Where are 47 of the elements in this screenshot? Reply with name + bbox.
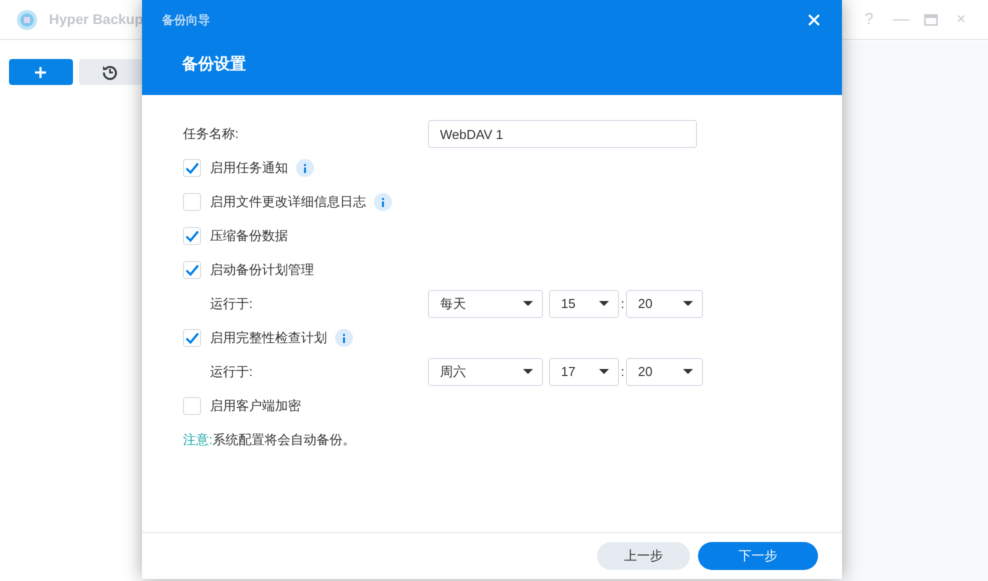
checkbox[interactable] [183, 193, 201, 211]
caret-icon [683, 369, 693, 375]
time-separator: : [620, 295, 626, 314]
checkbox[interactable] [183, 227, 201, 245]
dialog-title: 备份向导 [162, 12, 210, 29]
time-separator: : [620, 363, 626, 382]
checkbox-label: 启动备份计划管理 [210, 261, 314, 280]
dropdown[interactable]: 每天 [428, 290, 543, 318]
app-logo-icon [16, 8, 38, 30]
checkbox[interactable] [183, 397, 201, 415]
add-button[interactable] [9, 59, 73, 85]
field-label: 运行于: [210, 363, 253, 382]
close-button[interactable] [808, 13, 822, 27]
caret-icon [599, 301, 609, 307]
dropdown[interactable]: 周六 [428, 358, 543, 386]
dropdown[interactable]: 20 [626, 290, 703, 318]
next-button[interactable]: 下一步 [698, 542, 818, 570]
field-label: 运行于: [210, 295, 253, 314]
info-icon[interactable] [374, 193, 392, 211]
checkbox-label: 启用客户端加密 [210, 397, 301, 416]
history-icon [102, 64, 118, 80]
info-icon[interactable] [296, 159, 314, 177]
note-text: 系统配置将会自动备份。 [212, 431, 356, 450]
info-icon[interactable] [335, 329, 353, 347]
app-title: Hyper Backup [49, 10, 144, 29]
checkbox[interactable] [183, 329, 201, 347]
caret-icon [523, 301, 533, 307]
checkbox[interactable] [183, 261, 201, 279]
history-button[interactable] [78, 59, 142, 85]
dialog-heading: 备份设置 [182, 54, 246, 75]
caret-icon [523, 369, 533, 375]
back-button[interactable]: 上一步 [597, 542, 690, 570]
field-label: 任务名称: [183, 125, 239, 144]
checkbox[interactable] [183, 159, 201, 177]
dropdown[interactable]: 17 [549, 358, 619, 386]
dropdown[interactable]: 20 [626, 358, 703, 386]
checkbox-label: 压缩备份数据 [210, 227, 288, 246]
checkbox-label: 启用文件更改详细信息日志 [210, 193, 366, 212]
close-icon [808, 14, 820, 26]
plus-icon [34, 66, 48, 78]
text-field[interactable]: WebDAV 1 [428, 120, 697, 148]
dropdown[interactable]: 15 [549, 290, 619, 318]
note-label: 注意: [183, 431, 213, 450]
caret-icon [599, 369, 609, 375]
caret-icon [683, 301, 693, 307]
checkbox-label: 启用完整性检查计划 [210, 329, 327, 348]
checkbox-label: 启用任务通知 [210, 159, 288, 178]
